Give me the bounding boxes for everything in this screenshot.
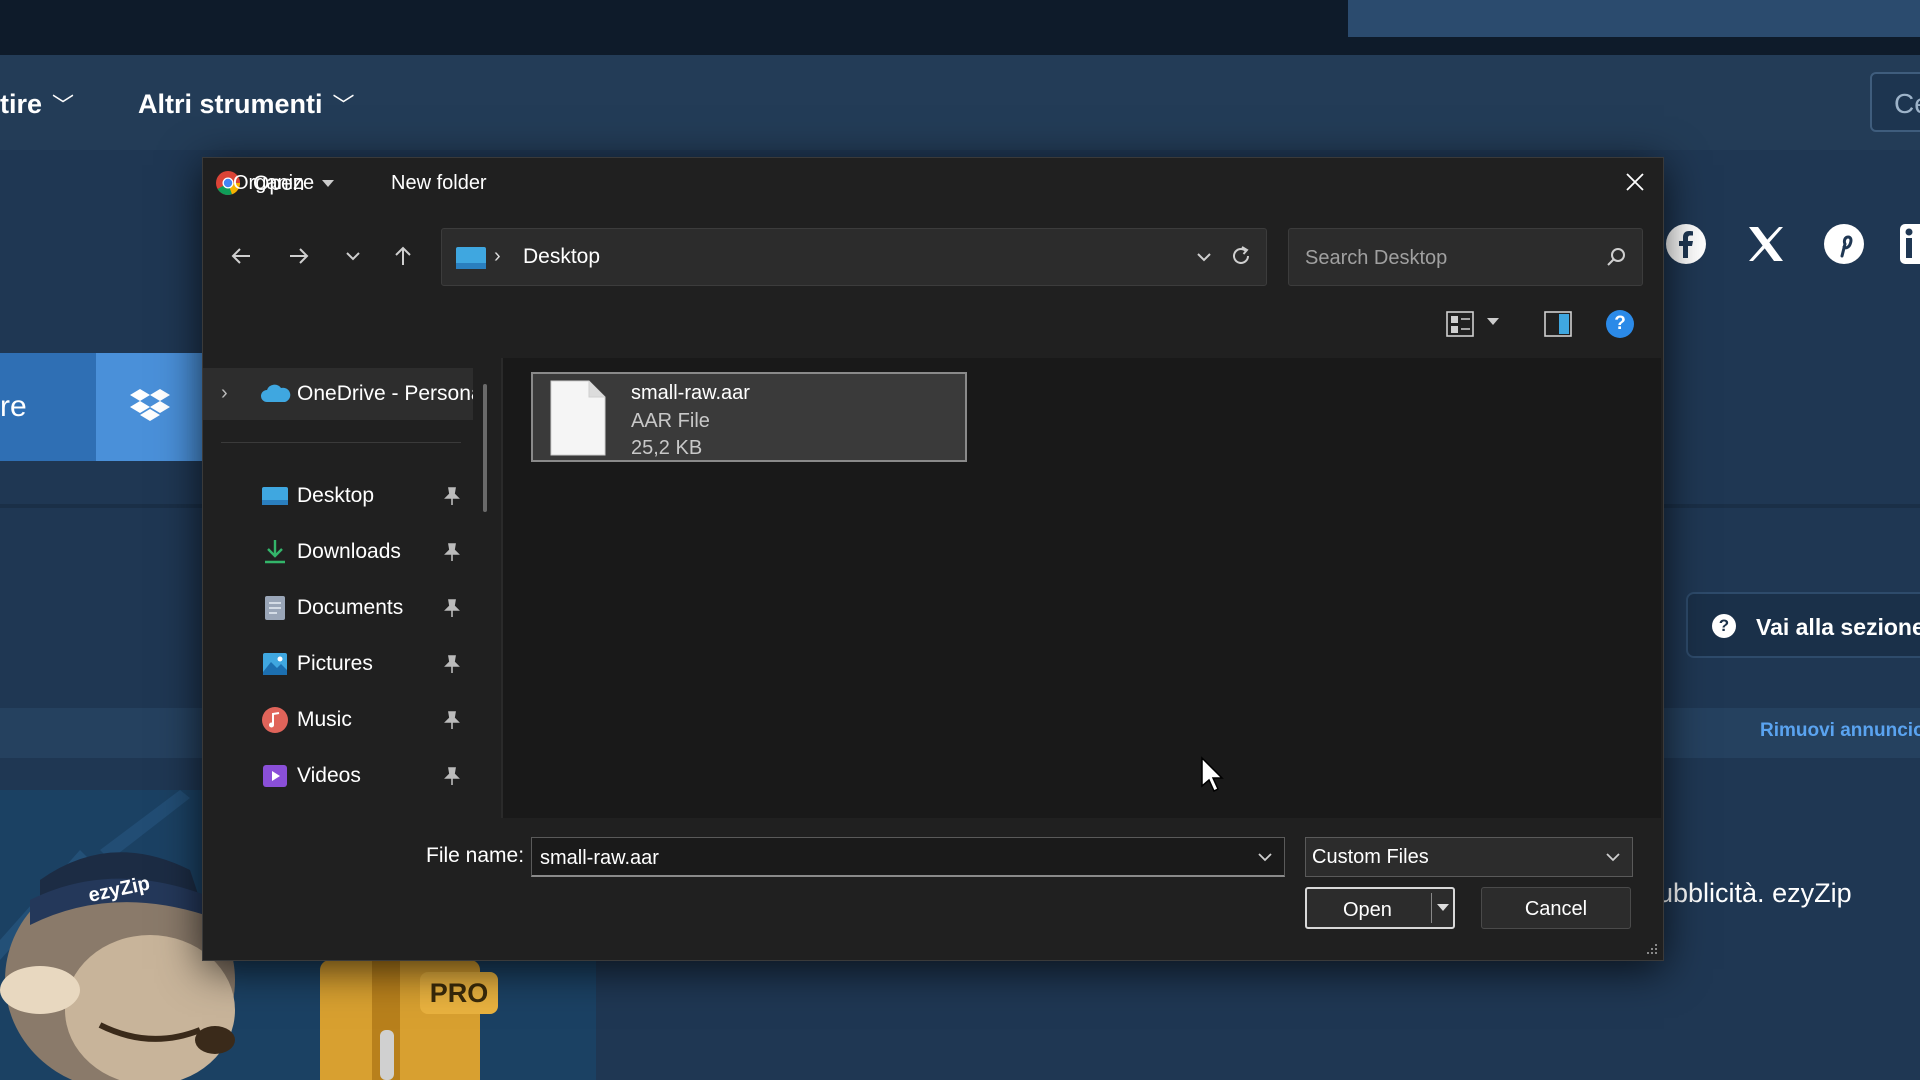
resize-grip-icon[interactable] — [1645, 942, 1659, 956]
file-size: 25,2 KB — [631, 437, 703, 459]
arrow-up-icon — [395, 246, 411, 265]
go-to-section-button[interactable]: ? Vai alla sezione — [1686, 592, 1920, 658]
sidebar-item-downloads[interactable]: Downloads — [203, 526, 493, 576]
chevron-down-icon[interactable] — [1254, 846, 1276, 868]
site-nav-item-other-tools[interactable]: Altri strumenti ﹀ — [138, 88, 355, 120]
sidebar-divider — [221, 442, 461, 443]
file-list-pane[interactable]: small-raw.aar AAR File 25,2 KB — [503, 358, 1661, 818]
downloads-icon — [265, 540, 285, 564]
desktop-folder-icon — [262, 487, 288, 505]
dropbox-icon — [130, 389, 170, 421]
navigation-pane: › OneDrive - Personal Desktop Downloads … — [203, 358, 503, 818]
expand-chevron-icon[interactable]: › — [221, 382, 228, 405]
chevron-down-icon — [1606, 853, 1620, 862]
site-nav-item-tools[interactable]: tire ﹀ — [0, 88, 74, 120]
caret-down-icon — [322, 180, 335, 188]
open-options-caret[interactable] — [1437, 904, 1449, 911]
up-button[interactable] — [385, 238, 421, 274]
help-circle-icon: ? — [1712, 614, 1736, 638]
search-box[interactable] — [1288, 228, 1643, 286]
videos-icon — [263, 765, 287, 787]
onedrive-cloud-icon — [261, 384, 291, 402]
sidebar-item-videos[interactable]: Videos — [203, 750, 493, 800]
arrow-right-icon — [290, 248, 309, 264]
sidebar-item-desktop[interactable]: Desktop — [203, 470, 493, 520]
back-button[interactable] — [223, 238, 259, 274]
sidebar-scrollbar[interactable] — [483, 384, 487, 512]
pinterest-icon[interactable] — [1822, 222, 1866, 266]
file-name-combobox[interactable] — [531, 837, 1285, 877]
file-name-label: File name: — [426, 844, 525, 867]
pin-icon[interactable] — [443, 486, 461, 506]
search-input[interactable] — [1303, 243, 1587, 273]
pictures-icon — [263, 653, 287, 675]
arrow-left-icon — [231, 248, 250, 264]
site-top-banner — [1348, 0, 1920, 37]
file-type: AAR File — [631, 410, 710, 432]
breadcrumb-separator: › — [494, 245, 501, 267]
file-name-input[interactable] — [538, 844, 1222, 872]
desktop-folder-icon — [456, 247, 486, 269]
refresh-button[interactable] — [1223, 238, 1259, 274]
pin-icon[interactable] — [443, 598, 461, 618]
refresh-icon — [1233, 246, 1249, 264]
open-file-dialog: Open › Desktop Search Desktop Organize N… — [202, 157, 1664, 961]
pin-icon[interactable] — [443, 654, 461, 674]
chevron-down-icon: ﹀ — [52, 93, 75, 118]
open-button[interactable]: Open — [1305, 887, 1455, 929]
documents-icon — [265, 596, 285, 620]
pin-icon[interactable] — [443, 766, 461, 786]
promo-text: ubblicità. ezyZip — [1658, 878, 1852, 908]
help-icon[interactable]: ? — [1606, 310, 1634, 338]
chevron-down-icon[interactable] — [1192, 245, 1216, 269]
preview-pane-icon[interactable] — [1543, 310, 1573, 338]
sidebar-item-music[interactable]: Music — [203, 694, 493, 744]
recent-locations-button[interactable] — [335, 238, 371, 274]
mouse-cursor-icon — [1201, 756, 1224, 793]
sidebar-item-documents[interactable]: Documents — [203, 582, 493, 632]
file-type-select[interactable]: Custom Files — [1305, 837, 1633, 877]
close-icon — [1626, 173, 1644, 191]
search-icon — [1607, 248, 1625, 266]
pro-badge: PRO — [420, 972, 498, 1014]
view-dropdown-caret[interactable] — [1487, 318, 1499, 325]
file-document-icon — [550, 380, 606, 456]
x-icon[interactable] — [1744, 222, 1788, 266]
split-divider — [1431, 893, 1432, 923]
view-options-icon[interactable] — [1445, 310, 1475, 338]
file-name: small-raw.aar — [631, 382, 750, 404]
pin-icon[interactable] — [443, 542, 461, 562]
file-item[interactable]: small-raw.aar AAR File 25,2 KB — [531, 372, 967, 462]
close-button[interactable] — [1607, 158, 1663, 206]
breadcrumb-desktop[interactable]: Desktop — [523, 245, 600, 269]
cancel-button[interactable]: Cancel — [1481, 887, 1631, 929]
forward-button[interactable] — [281, 238, 317, 274]
dropbox-upload-button[interactable] — [96, 353, 206, 461]
new-folder-button[interactable]: New folder — [391, 172, 487, 195]
chevron-down-icon: ﹀ — [332, 93, 355, 118]
linkedin-icon[interactable] — [1898, 222, 1920, 266]
organize-menu[interactable]: Organize — [233, 172, 335, 195]
pin-icon[interactable] — [443, 710, 461, 730]
site-search-input[interactable]: Ce — [1870, 72, 1920, 132]
sidebar-item-pictures[interactable]: Pictures — [203, 638, 493, 688]
music-icon — [262, 707, 288, 733]
facebook-icon[interactable] — [1664, 222, 1708, 266]
address-bar[interactable]: › Desktop — [441, 228, 1267, 286]
sidebar-item-onedrive[interactable]: › OneDrive - Personal — [203, 368, 473, 420]
site-upload-button[interactable]: re — [0, 353, 96, 461]
remove-ad-link[interactable]: Rimuovi annuncio — [1760, 720, 1920, 742]
chevron-down-icon — [346, 252, 360, 261]
